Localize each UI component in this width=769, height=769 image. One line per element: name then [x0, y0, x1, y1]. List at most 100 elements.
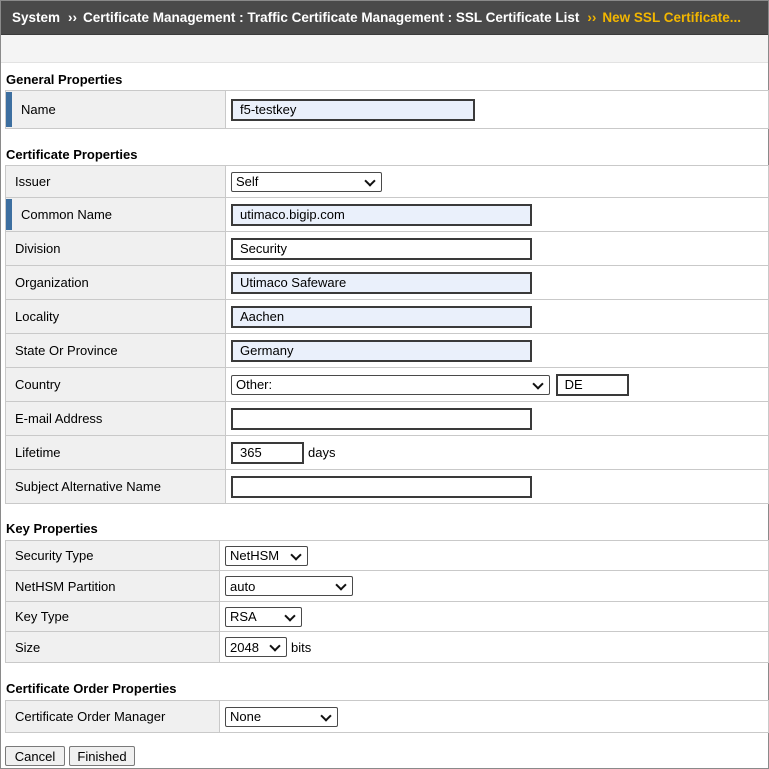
- chevron-down-icon: [335, 581, 347, 591]
- email-label: E-mail Address: [5, 401, 226, 436]
- certificate-order-properties-heading: Certificate Order Properties: [6, 681, 177, 696]
- issuer-select-value: Self: [236, 174, 259, 189]
- security-type-value-cell: NetHSM: [219, 540, 769, 571]
- common-name-label-cell: Common Name: [5, 197, 226, 232]
- key-properties-table: Security Type NetHSM NetHSM Partition au…: [5, 540, 769, 663]
- finished-button[interactable]: Finished: [69, 746, 135, 766]
- certificate-order-properties-table: Certificate Order Manager None: [5, 700, 769, 733]
- breadcrumb-current: New SSL Certificate...: [602, 10, 741, 25]
- division-row: Division Security: [5, 231, 769, 266]
- state-input[interactable]: Germany: [231, 339, 532, 362]
- security-type-select[interactable]: NetHSM: [225, 545, 308, 566]
- nethsm-partition-value-cell: auto: [219, 570, 769, 602]
- common-name-value-cell: utimaco.bigip.com: [225, 197, 769, 232]
- chevron-down-icon: [290, 551, 302, 561]
- size-label: Size: [5, 631, 220, 663]
- nethsm-partition-row: NetHSM Partition auto: [5, 570, 769, 602]
- order-manager-label: Certificate Order Manager: [5, 700, 220, 733]
- breadcrumb-separator: ››: [68, 10, 78, 25]
- division-label: Division: [5, 231, 226, 266]
- lifetime-unit: days: [308, 445, 336, 460]
- organization-row: Organization Utimaco Safeware: [5, 265, 769, 300]
- country-row: Country Other: DE: [5, 367, 769, 402]
- lifetime-value-cell: 365 days: [225, 435, 769, 470]
- nethsm-partition-select[interactable]: auto: [225, 576, 353, 596]
- breadcrumb: System ›› Certificate Management : Traff…: [1, 1, 768, 35]
- order-manager-row: Certificate Order Manager None: [5, 700, 769, 733]
- san-value-cell: [225, 469, 769, 504]
- name-label: Name: [21, 102, 56, 117]
- lifetime-label: Lifetime: [5, 435, 226, 470]
- nethsm-partition-select-value: auto: [230, 578, 256, 594]
- breadcrumb-item-system[interactable]: System: [12, 10, 60, 25]
- certificate-properties-heading: Certificate Properties: [6, 147, 138, 162]
- issuer-select[interactable]: Self: [231, 171, 382, 192]
- chevron-down-icon: [532, 380, 544, 390]
- key-type-value-cell: RSA: [219, 601, 769, 632]
- state-value-cell: Germany: [225, 333, 769, 368]
- chevron-down-icon: [320, 712, 332, 722]
- country-value-cell: Other: DE: [225, 367, 769, 402]
- general-properties-table: Name f5-testkey: [5, 90, 769, 129]
- email-input[interactable]: [231, 407, 532, 430]
- general-properties-heading: General Properties: [6, 72, 123, 87]
- chevron-down-icon: [284, 612, 296, 622]
- key-type-select[interactable]: RSA: [225, 606, 302, 627]
- issuer-value-cell: Self: [225, 165, 769, 198]
- size-select-value: 2048: [230, 639, 259, 655]
- locality-value-cell: Aachen: [225, 299, 769, 334]
- key-type-label: Key Type: [5, 601, 220, 632]
- security-type-select-value: NetHSM: [230, 548, 280, 563]
- san-row: Subject Alternative Name: [5, 469, 769, 504]
- locality-label: Locality: [5, 299, 226, 334]
- size-row: Size 2048 bits: [5, 631, 769, 663]
- country-select-value: Other:: [236, 377, 273, 392]
- email-row: E-mail Address: [5, 401, 769, 436]
- state-row: State Or Province Germany: [5, 333, 769, 368]
- order-manager-value-cell: None: [219, 700, 769, 733]
- name-input[interactable]: f5-testkey: [231, 98, 475, 121]
- division-input[interactable]: Security: [231, 237, 532, 260]
- nethsm-partition-label: NetHSM Partition: [5, 570, 220, 602]
- name-value-cell: f5-testkey: [225, 90, 769, 129]
- lifetime-row: Lifetime 365 days: [5, 435, 769, 470]
- lifetime-input[interactable]: 365: [231, 441, 304, 464]
- breadcrumb-separator: ››: [587, 10, 597, 25]
- common-name-input[interactable]: utimaco.bigip.com: [231, 203, 532, 226]
- order-manager-select-value: None: [230, 709, 262, 724]
- country-select[interactable]: Other:: [231, 374, 550, 395]
- common-name-row: Common Name utimaco.bigip.com: [5, 197, 769, 232]
- certificate-properties-table: Issuer Self Common Name utimaco.bigip.co…: [5, 165, 769, 504]
- division-value-cell: Security: [225, 231, 769, 266]
- size-select[interactable]: 2048: [225, 637, 287, 657]
- organization-value-cell: Utimaco Safeware: [225, 265, 769, 300]
- common-name-label: Common Name: [21, 207, 113, 222]
- security-type-row: Security Type NetHSM: [5, 540, 769, 571]
- organization-label: Organization: [5, 265, 226, 300]
- issuer-label: Issuer: [5, 165, 226, 198]
- country-label: Country: [5, 367, 226, 402]
- size-value-cell: 2048 bits: [219, 631, 769, 663]
- security-type-label: Security Type: [5, 540, 220, 571]
- state-label: State Or Province: [5, 333, 226, 368]
- toolbar-strip: [1, 35, 768, 63]
- chevron-down-icon: [364, 177, 376, 187]
- key-properties-heading: Key Properties: [6, 521, 98, 536]
- breadcrumb-item-ssl-certificate-list[interactable]: Certificate Management : Traffic Certifi…: [83, 10, 579, 25]
- cancel-button[interactable]: Cancel: [5, 746, 65, 766]
- locality-row: Locality Aachen: [5, 299, 769, 334]
- order-manager-select[interactable]: None: [225, 706, 338, 727]
- organization-input[interactable]: Utimaco Safeware: [231, 271, 532, 294]
- email-value-cell: [225, 401, 769, 436]
- chevron-down-icon: [269, 642, 281, 652]
- san-input[interactable]: [231, 475, 532, 498]
- size-unit: bits: [291, 639, 312, 655]
- name-row: Name f5-testkey: [5, 90, 769, 129]
- name-label-cell: Name: [5, 90, 226, 129]
- issuer-row: Issuer Self: [5, 165, 769, 198]
- san-label: Subject Alternative Name: [5, 469, 226, 504]
- key-type-row: Key Type RSA: [5, 601, 769, 632]
- key-type-select-value: RSA: [230, 609, 257, 624]
- country-code-input[interactable]: DE: [555, 373, 629, 396]
- locality-input[interactable]: Aachen: [231, 305, 532, 328]
